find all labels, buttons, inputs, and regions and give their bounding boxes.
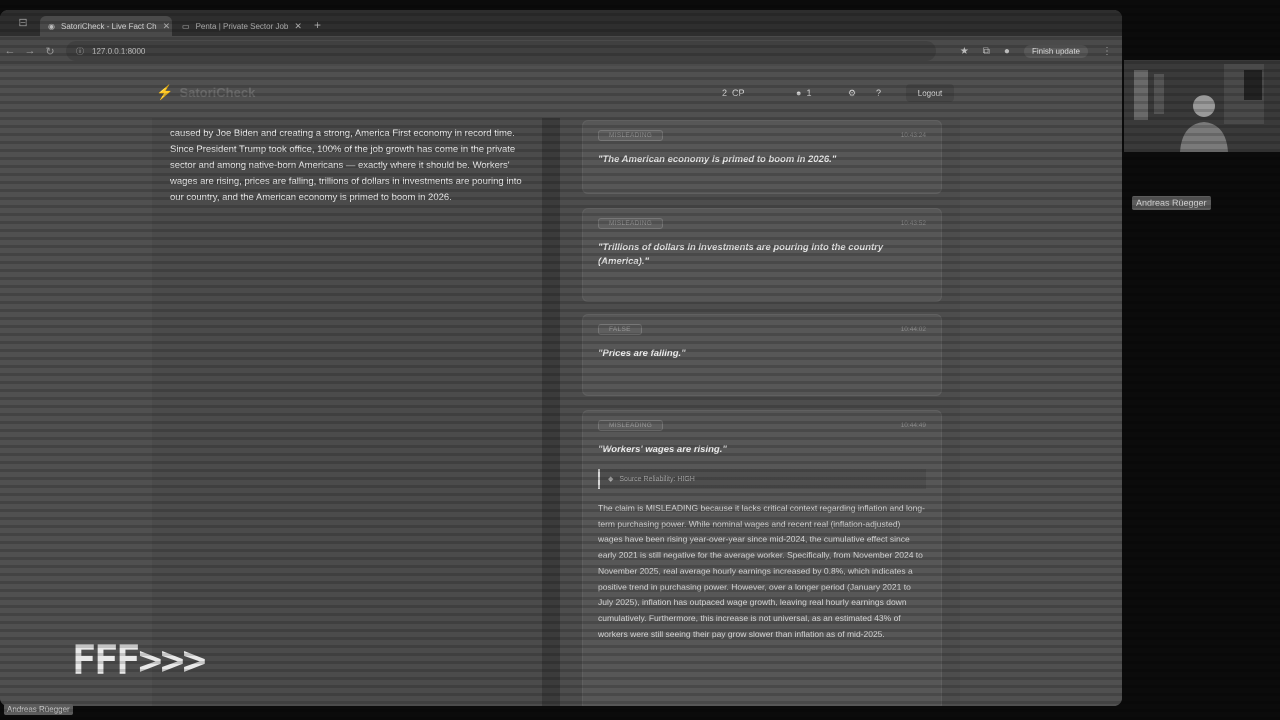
close-icon[interactable]: ✕ — [294, 21, 302, 32]
claim-time: 10:43:52 — [900, 219, 926, 227]
menu-kebab-icon[interactable]: ⋮ — [1102, 46, 1112, 57]
site-info-icon[interactable]: ⓘ — [76, 46, 84, 57]
source-reliability: ◆ Source Reliability: HIGH — [598, 469, 926, 489]
app-logo[interactable]: ⚡ SatoriCheck — [156, 84, 255, 101]
transcript-panel: caused by Joe Biden and creating a stron… — [152, 118, 542, 706]
tab-search-icon[interactable]: ⊟ — [12, 14, 34, 32]
logout-button[interactable]: Logout — [906, 84, 954, 102]
tab-label: SatoriCheck - Live Fact Ch — [60, 21, 157, 31]
claim-time: 10:43:24 — [900, 131, 926, 139]
verdict-badge: MISLEADING — [598, 217, 664, 229]
address-bar[interactable]: ⓘ 127.0.0.1:8000 — [66, 41, 936, 61]
app-name: SatoriCheck — [179, 85, 256, 100]
channel-logo: FFF>>> — [72, 638, 206, 684]
reload-icon[interactable]: ↻ — [40, 45, 60, 58]
browser-toolbar: ← → ↻ ⓘ 127.0.0.1:8000 ★ ⧉ ● Finish upda… — [0, 36, 1122, 67]
bookmark-star-icon[interactable]: ★ — [960, 46, 969, 57]
back-icon[interactable]: ← — [0, 45, 20, 57]
webcam-scene — [1124, 60, 1280, 152]
browser-window: ⊟ ◉ SatoriCheck - Live Fact Ch ✕ ▭ Penta… — [0, 10, 1122, 706]
claim-card-expanded[interactable]: MISLEADING 10:44:49 "Workers' wages are … — [582, 410, 942, 706]
claim-card[interactable]: MISLEADING 10:43:24 "The American econom… — [582, 120, 942, 194]
webcam-feed — [1124, 60, 1280, 152]
claims-panel: MISLEADING 10:43:24 "The American econom… — [560, 118, 960, 706]
claim-quote: "Prices are falling." — [598, 348, 686, 359]
claim-card[interactable]: MISLEADING 10:43:52 "Trillions of dollar… — [582, 208, 942, 302]
tab-penta[interactable]: ▭ Penta | Private Sector Job ✕ — [174, 16, 306, 36]
source-reliability-text: Source Reliability: HIGH — [619, 475, 695, 483]
claim-quote: "Workers' wages are rising." — [598, 444, 727, 455]
shield-icon: ◆ — [608, 476, 614, 483]
extensions-icon[interactable]: ⧉ — [983, 46, 990, 57]
tab-strip: ⊟ ◉ SatoriCheck - Live Fact Ch ✕ ▭ Penta… — [0, 10, 1122, 36]
finish-update-button[interactable]: Finish update — [1023, 44, 1088, 58]
header-stat-a: 2 CP — [722, 88, 745, 98]
help-icon[interactable]: ? — [876, 88, 881, 98]
claim-card[interactable]: FALSE 10:44:02 "Prices are falling." — [582, 314, 942, 396]
claim-explanation: The claim is MISLEADING because it lacks… — [598, 503, 925, 639]
claim-time: 10:44:49 — [900, 421, 926, 429]
user-icon: ● — [796, 88, 802, 98]
column-divider — [542, 118, 560, 706]
transcript-text: caused by Joe Biden and creating a stron… — [170, 128, 522, 203]
claim-time: 10:44:02 — [900, 325, 926, 333]
verdict-badge: FALSE — [598, 323, 642, 335]
close-icon[interactable]: ✕ — [163, 21, 171, 32]
header-stat-b: ● 1 — [796, 88, 811, 98]
webcam-name-tag: Andreas Rüegger — [1132, 196, 1211, 210]
hdr-count-a-suffix: CP — [732, 88, 745, 98]
lightning-icon: ⚡ — [156, 84, 174, 100]
favicon-icon: ▭ — [182, 21, 190, 31]
hdr-count-b: 1 — [806, 88, 812, 98]
profile-avatar-icon[interactable]: ● — [1004, 46, 1010, 57]
favicon-icon: ◉ — [48, 21, 55, 31]
settings-gear-icon[interactable]: ⚙ — [848, 88, 856, 99]
claim-quote: "Trillions of dollars in investments are… — [598, 242, 884, 267]
hdr-count-a: 2 — [722, 88, 728, 98]
verdict-badge: MISLEADING — [598, 419, 664, 431]
tab-label: Penta | Private Sector Job — [195, 21, 289, 31]
url-text: 127.0.0.1:8000 — [92, 46, 146, 56]
page-content: ⚡ SatoriCheck 2 CP ● 1 ⚙ ? Logout caused… — [0, 66, 1122, 706]
verdict-badge: MISLEADING — [598, 129, 664, 141]
forward-icon[interactable]: → — [20, 45, 40, 57]
new-tab-icon[interactable]: + — [314, 18, 321, 32]
tab-satoricheck[interactable]: ◉ SatoriCheck - Live Fact Ch ✕ — [40, 16, 172, 36]
claim-quote: "The American economy is primed to boom … — [598, 154, 837, 165]
app-header: ⚡ SatoriCheck 2 CP ● 1 ⚙ ? Logout — [0, 66, 1122, 118]
presenter-name-tag: Andreas Rüegger — [4, 704, 73, 715]
